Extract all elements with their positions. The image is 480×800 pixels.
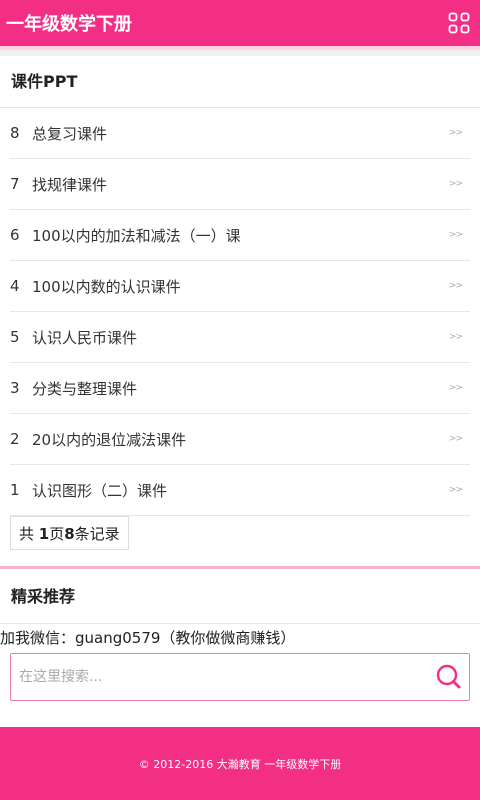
item-number: 8 bbox=[10, 124, 20, 142]
pager-mid: 页 bbox=[49, 525, 65, 543]
item-title: 认识人民币课件 bbox=[32, 328, 138, 347]
item-number: 4 bbox=[10, 277, 20, 295]
list-item[interactable]: 1 认识图形（二）课件 >> bbox=[10, 465, 470, 516]
item-title: 找规律课件 bbox=[32, 175, 108, 194]
chevron-right-icon: >> bbox=[448, 230, 463, 240]
chevron-right-icon: >> bbox=[448, 332, 463, 342]
item-number: 2 bbox=[10, 430, 20, 448]
search-bar bbox=[10, 653, 470, 701]
chevron-right-icon: >> bbox=[448, 434, 463, 444]
grid-icon bbox=[448, 12, 470, 34]
list-item[interactable]: 8 总复习课件 >> bbox=[10, 108, 470, 159]
item-title: 分类与整理课件 bbox=[32, 379, 138, 398]
search-icon bbox=[436, 664, 461, 689]
item-number: 5 bbox=[10, 328, 20, 346]
list-item[interactable]: 3 分类与整理课件 >> bbox=[10, 363, 470, 414]
pagination-info: 共 1页8条记录 bbox=[10, 516, 129, 550]
chevron-right-icon: >> bbox=[448, 383, 463, 393]
item-title: 100以内的加法和减法（一）课 bbox=[32, 226, 241, 245]
pager-prefix: 共 bbox=[19, 525, 39, 543]
search-button[interactable] bbox=[429, 657, 469, 697]
chevron-right-icon: >> bbox=[448, 281, 463, 291]
item-title: 认识图形（二）课件 bbox=[32, 481, 168, 500]
item-title: 100以内数的认识课件 bbox=[32, 277, 181, 296]
search-input[interactable] bbox=[11, 668, 429, 686]
section-title-recommend: 精采推荐 bbox=[0, 569, 480, 624]
chevron-right-icon: >> bbox=[448, 179, 463, 189]
pager-suffix: 条记录 bbox=[74, 525, 120, 543]
item-number: 1 bbox=[10, 481, 20, 499]
wechat-contact: 加我微信：guang0579（教你做微商赚钱） bbox=[0, 629, 296, 647]
app-footer: © 2012-2016 大瀚教育 一年级数学下册 bbox=[0, 727, 480, 800]
courseware-section: 课件PPT 8 总复习课件 >> 7 找规律课件 >> 6 100以内的加法和减… bbox=[0, 56, 480, 566]
chevron-right-icon: >> bbox=[448, 128, 463, 138]
list-item[interactable]: 7 找规律课件 >> bbox=[10, 159, 470, 210]
item-number: 6 bbox=[10, 226, 20, 244]
item-title: 20以内的退位减法课件 bbox=[32, 430, 187, 449]
courseware-list: 8 总复习课件 >> 7 找规律课件 >> 6 100以内的加法和减法（一）课 … bbox=[0, 108, 480, 516]
recommend-section: 精采推荐 加我微信：guang0579（教你做微商赚钱） bbox=[0, 569, 480, 727]
list-item[interactable]: 4 100以内数的认识课件 >> bbox=[10, 261, 470, 312]
list-item[interactable]: 5 认识人民币课件 >> bbox=[10, 312, 470, 363]
app-header: 一年级数学下册 bbox=[0, 0, 480, 46]
list-item[interactable]: 6 100以内的加法和减法（一）课 >> bbox=[10, 210, 470, 261]
menu-button[interactable] bbox=[446, 10, 472, 36]
list-item[interactable]: 2 20以内的退位减法课件 >> bbox=[10, 414, 470, 465]
pager-record-count: 8 bbox=[64, 525, 75, 543]
section-title-courseware: 课件PPT bbox=[0, 56, 480, 108]
item-title: 总复习课件 bbox=[32, 124, 108, 143]
copyright-text: © 2012-2016 大瀚教育 一年级数学下册 bbox=[138, 757, 342, 771]
page-title: 一年级数学下册 bbox=[6, 14, 132, 35]
chevron-right-icon: >> bbox=[448, 485, 463, 495]
pager-page-count: 1 bbox=[38, 525, 50, 543]
item-number: 3 bbox=[10, 379, 20, 397]
item-number: 7 bbox=[10, 175, 20, 193]
